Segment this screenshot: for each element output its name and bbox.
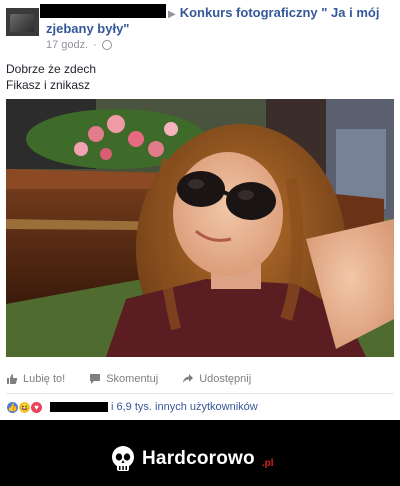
brand-logo: Hardcorowo .pl [110,445,274,473]
brand-name: Hardcorowo [142,448,255,469]
brand-suffix: .pl [261,458,274,469]
thumbs-up-icon [7,374,18,384]
group-link-continuation[interactable]: zjebany były" [46,21,129,36]
share-button[interactable]: Udostępnij [182,373,251,385]
post-actions: Lubię to! Skomentuj Udostępnij [6,368,394,390]
share-label: Udostępnij [199,373,252,385]
arrow-right-icon: ▶ [168,9,176,20]
caption-line-2: Fikasz i znikasz [6,78,91,92]
timestamp[interactable]: 17 godz. [46,39,88,51]
comment-icon [90,374,101,384]
reactions-summary[interactable]: i 6,9 tys. innych użytkowników [111,401,258,413]
like-button[interactable]: Lubię to! [6,373,65,385]
redacted-reactor-names [50,402,108,412]
comment-button[interactable]: Skomentuj [89,373,158,385]
like-label: Lubię to! [23,373,66,385]
photo-illustration [6,99,394,357]
post-header: ▶ Konkurs fotograficzny " Ja i mój [168,5,379,23]
comment-label: Skomentuj [106,373,159,385]
reactions-bar[interactable]: 👍 😆 ♥ i 6,9 tys. innych użytkowników [6,398,394,416]
love-reaction-icon: ♥ [30,400,43,414]
group-link[interactable]: Konkurs fotograficzny " Ja i mój [180,5,380,20]
post-meta: 17 godz. · [46,39,112,51]
share-icon [183,374,194,383]
facebook-post: ▶ Konkurs fotograficzny " Ja i mój zjeban… [0,0,400,420]
globe-icon [101,40,112,50]
post-photo[interactable] [6,99,394,357]
skull-icon [112,446,134,471]
redacted-author-name [40,4,166,18]
caption-line-1: Dobrze że zdech [6,62,97,76]
divider [6,393,394,394]
post-caption: Dobrze że zdech Fikasz i znikasz [6,61,96,93]
avatar[interactable] [6,8,39,36]
